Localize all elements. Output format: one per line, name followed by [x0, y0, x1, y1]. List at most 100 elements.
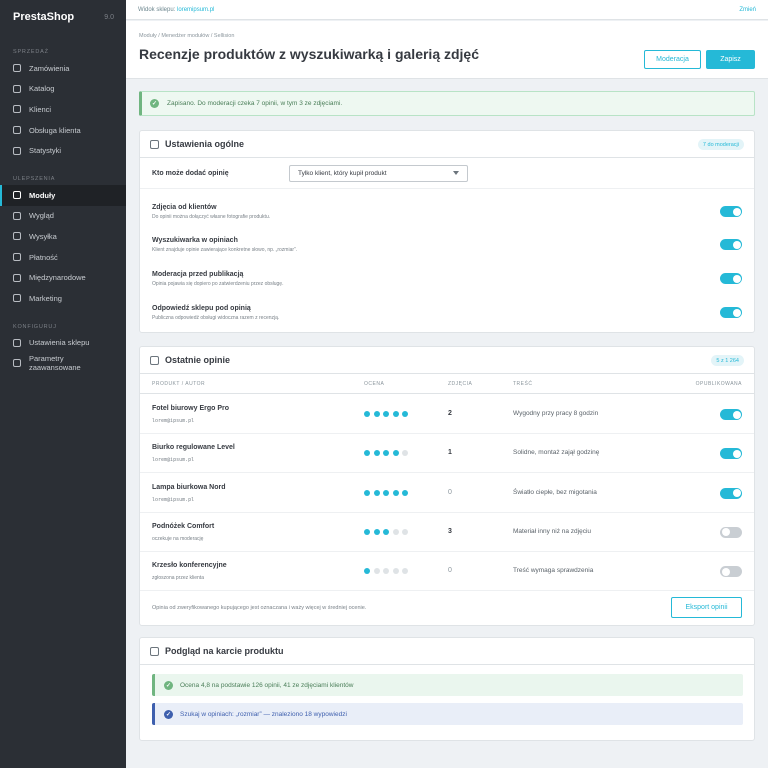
sidebar-item-label: Obsługa klienta: [29, 125, 81, 135]
table-row[interactable]: Lampa biurkowa Nord lorem@ipsum.pl 0 Światł…: [140, 474, 754, 513]
review-author: oczekuje na moderację: [152, 535, 204, 542]
toggle-knob: [732, 274, 741, 283]
sidebar-item[interactable]: Wygląd: [0, 206, 126, 227]
product-name[interactable]: Podnóżek Comfort: [152, 523, 214, 530]
sidebar-item[interactable]: Ustawienia sklepu: [0, 333, 126, 354]
sidebar-item[interactable]: Statystyki: [0, 140, 126, 161]
export-reviews-button[interactable]: Eksport opinii: [671, 597, 742, 618]
setting-toggle[interactable]: [720, 206, 742, 217]
rating-dot-filled: [392, 411, 399, 417]
photo-count: 1: [448, 449, 452, 457]
rating-dots: [364, 450, 412, 457]
review-author: lorem@ipsum.pl: [152, 496, 195, 503]
published-toggle[interactable]: [720, 448, 742, 460]
setting-title: Odpowiedź sklepu pod opinią: [152, 305, 251, 312]
table-row[interactable]: Krzesło konferencyjne zgłoszona przez kli…: [140, 552, 754, 592]
setting-row: Wyszukiwarka w opiniach Klient znajduje o…: [152, 237, 744, 267]
sidebar-item[interactable]: Wysyłka: [0, 226, 126, 247]
breadcrumb-item[interactable]: Sellision: [214, 33, 234, 39]
setting-toggle[interactable]: [720, 239, 742, 250]
review-author: lorem@ipsum.pl: [152, 457, 195, 464]
rating-dot-filled: [364, 450, 370, 457]
toggle-knob: [732, 410, 741, 419]
square-icon: [13, 64, 21, 73]
review-content: Światło ciepłe, bez migotania: [513, 488, 597, 496]
square-icon: [13, 232, 21, 241]
moderation-button[interactable]: Moderacja: [644, 50, 701, 69]
store-view-label: Widok sklepu:: [138, 6, 176, 13]
sidebar-section-title: KONFIGURUJ: [13, 323, 57, 330]
product-name[interactable]: Krzesło konferencyjne: [152, 562, 227, 569]
rating-dot-empty: [392, 568, 399, 575]
sidebar-item[interactable]: Moduły: [0, 184, 126, 206]
toggle-knob: [732, 449, 741, 458]
product-name[interactable]: Fotel biurowy Ergo Pro: [152, 405, 229, 412]
search-summary-alert: ✓ Szukaj w opiniach: „rozmiar” — znalezi…: [152, 703, 743, 725]
rating-dots: [364, 528, 412, 535]
setting-description: Klient znajduje opinie zawierające konkr…: [152, 247, 298, 253]
store-view: Widok sklepu: loremipsum.pl: [138, 7, 214, 13]
column-published: OPUBLIKOWANA: [695, 381, 742, 387]
table-header: PRODUKT / AUTOR OCENA ZDJĘCIA TREŚĆ OPUB…: [140, 374, 754, 394]
rating-dots: [364, 568, 412, 575]
published-toggle[interactable]: [720, 487, 742, 499]
sidebar-item[interactable]: Zamówienia: [0, 58, 126, 79]
review-content: Solidne, montaż zajął godzinę: [513, 449, 600, 457]
store-url-link[interactable]: loremipsum.pl: [177, 7, 214, 13]
product-name[interactable]: Biurko regulowane Level: [152, 444, 235, 451]
rating-dot-filled: [364, 568, 370, 575]
setting-toggle[interactable]: [720, 307, 742, 318]
square-icon: [13, 359, 21, 368]
review-count-badge: 5 z 1 264: [711, 355, 744, 366]
sidebar-item[interactable]: Parametry zaawansowane: [0, 353, 126, 374]
checkbox-icon[interactable]: [150, 355, 159, 365]
rating-dot-filled: [373, 411, 380, 417]
rating-dot-filled: [373, 489, 380, 496]
breadcrumb-item[interactable]: Moduły: [139, 33, 157, 39]
published-toggle[interactable]: [720, 526, 742, 538]
photo-count: 0: [448, 567, 452, 575]
rating-summary-alert: ✓ Ocena 4,8 na podstawie 126 opinii, 41 …: [152, 674, 743, 696]
setting-toggle[interactable]: [720, 273, 742, 284]
rating-dot-filled: [373, 450, 380, 457]
sidebar-item[interactable]: Klienci: [0, 99, 126, 120]
column-product: PRODUKT / AUTOR: [152, 381, 206, 387]
checkbox-icon[interactable]: [150, 139, 159, 149]
review-content: Wygodny przy pracy 8 godzin: [513, 410, 599, 417]
rating-dots: [364, 489, 412, 496]
save-button[interactable]: Zapisz: [706, 50, 755, 69]
sidebar-item[interactable]: Międzynarodowe: [0, 267, 126, 288]
sidebar-item[interactable]: Obsługa klienta: [0, 120, 126, 141]
review-author: lorem@ipsum.pl: [152, 418, 195, 424]
setting-row: Moderacja przed publikacją Opinia pojawia…: [152, 271, 744, 301]
product-name[interactable]: Lampa biurkowa Nord: [152, 484, 226, 491]
toggle-knob: [721, 528, 730, 537]
sidebar-item-label: Klienci: [29, 104, 52, 114]
published-toggle[interactable]: [720, 409, 742, 420]
breadcrumb-item[interactable]: Menedżer modułów: [161, 33, 209, 39]
table-row[interactable]: Podnóżek Comfort oczekuje na moderację 3 Ma…: [140, 513, 754, 552]
main-content: ✓ Zapisano. Do moderacji czeka 7 opinii,…: [139, 91, 755, 741]
setting-row: Zdjęcia od klientów Do opinii można dołąc…: [152, 204, 744, 234]
rating-dot-empty: [402, 450, 408, 457]
change-store-link[interactable]: Zmień: [739, 7, 756, 13]
toggle-knob: [732, 308, 741, 317]
product-preview-card: Podgląd na karcie produktu ✓ Ocena 4,8 n…: [139, 637, 755, 741]
toggle-knob: [732, 207, 741, 216]
published-toggle[interactable]: [720, 566, 742, 578]
sidebar-item[interactable]: Marketing: [0, 288, 126, 309]
sidebar-item[interactable]: Katalog: [0, 79, 126, 100]
sidebar-item-label: Parametry zaawansowane: [29, 354, 81, 373]
sidebar-item[interactable]: Płatność: [0, 247, 126, 268]
setting-description: Publiczna odpowiedź obsługi widoczna raz…: [152, 315, 280, 321]
brand-logo[interactable]: PrestaShop: [13, 11, 74, 23]
sidebar-section-title: SPRZEDAŻ: [13, 49, 49, 55]
who-can-review-select[interactable]: Tylko klient, który kupił produkt: [289, 164, 468, 182]
table-row[interactable]: Biurko regulowane Level lorem@ipsum.pl 1 So…: [140, 434, 754, 474]
search-summary-text: Szukaj w opiniach: „rozmiar” — znalezion…: [180, 710, 347, 718]
sidebar-item-label: Zamówienia: [29, 63, 70, 73]
checkbox-icon[interactable]: [150, 646, 159, 656]
table-row[interactable]: Fotel biurowy Ergo Pro lorem@ipsum.pl 2 Wyg…: [140, 395, 754, 434]
footer-note: Opinia od zweryfikowanego kupującego jes…: [152, 604, 367, 611]
square-icon: [13, 126, 21, 135]
